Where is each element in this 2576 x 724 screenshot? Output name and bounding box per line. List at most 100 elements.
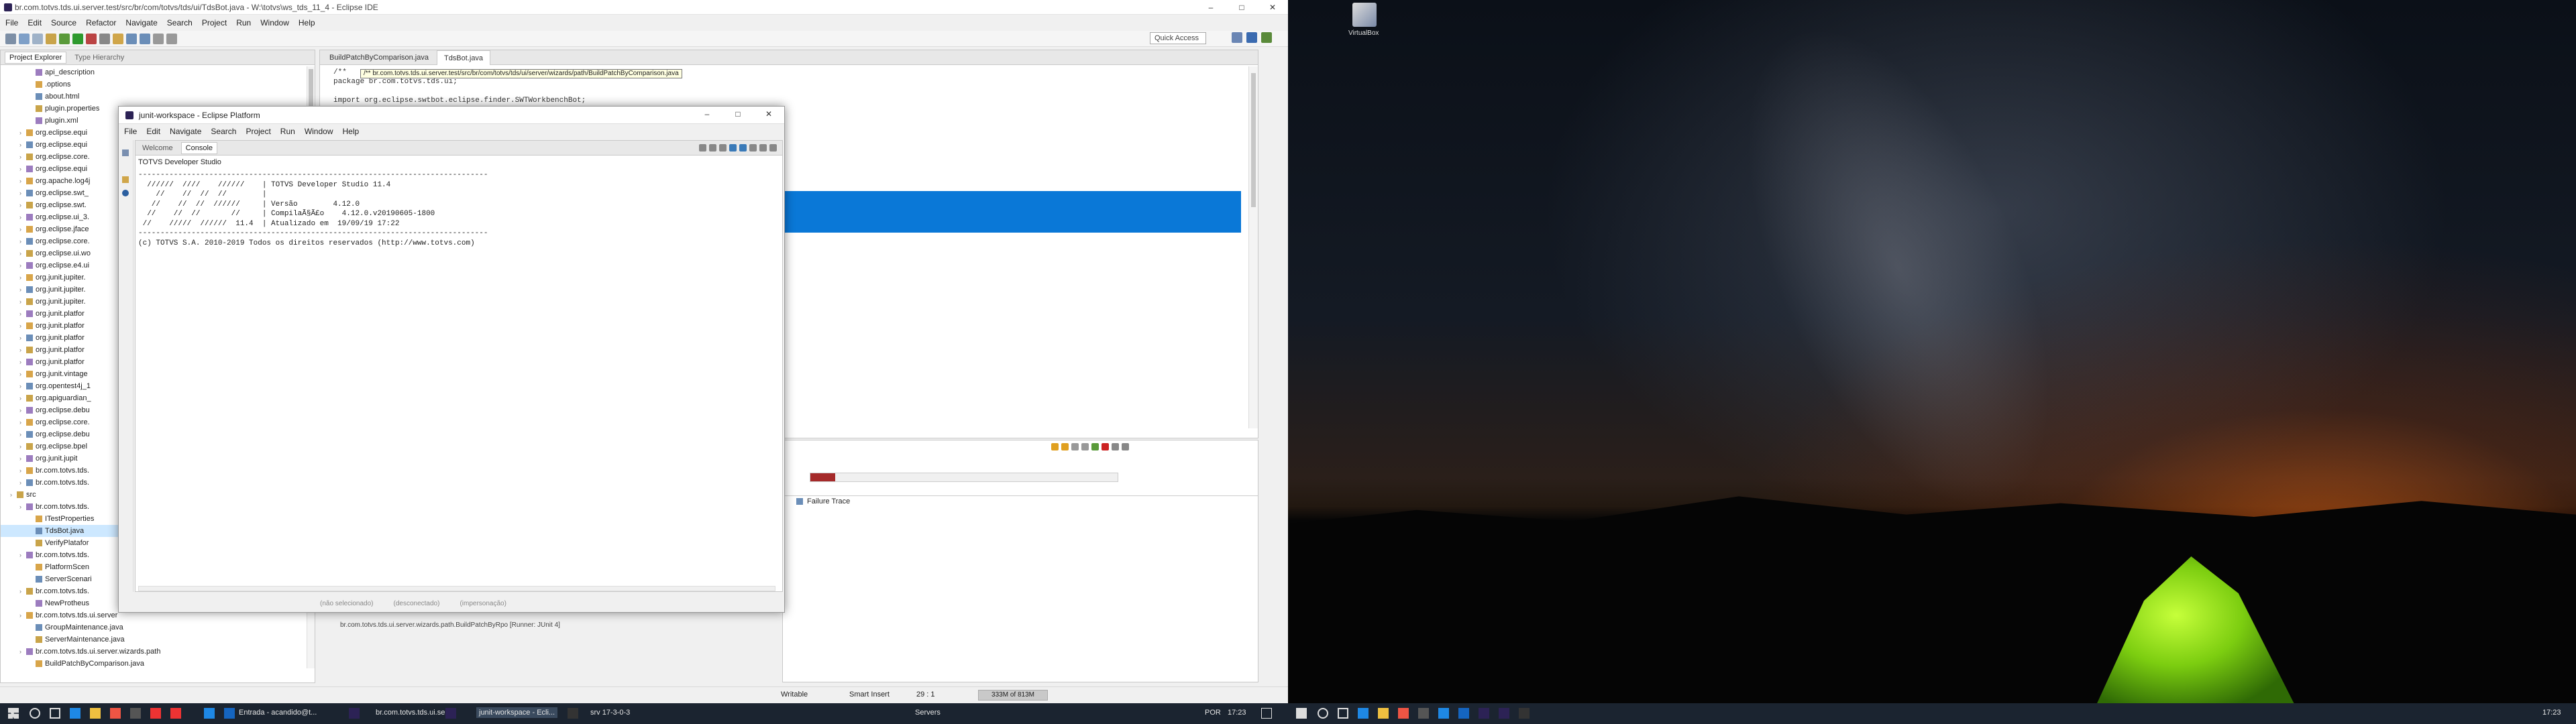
expand-arrow-icon[interactable]: › xyxy=(19,452,26,465)
expand-arrow-icon[interactable]: › xyxy=(19,223,26,235)
next-annotation-icon[interactable] xyxy=(126,33,137,44)
external-tools-icon[interactable] xyxy=(86,33,97,44)
tray-clock[interactable]: 17:23 xyxy=(2542,709,2561,717)
expand-arrow-icon[interactable]: › xyxy=(19,356,26,368)
cortana-icon[interactable] xyxy=(1318,708,1328,719)
file-explorer-icon[interactable] xyxy=(90,708,101,719)
expand-arrow-icon[interactable]: › xyxy=(19,211,26,223)
pin-console-icon[interactable] xyxy=(729,144,737,152)
expand-arrow-icon[interactable]: › xyxy=(19,646,26,658)
expand-arrow-icon[interactable]: › xyxy=(19,163,26,175)
menu-item[interactable]: Help xyxy=(299,18,315,27)
tab-project-explorer[interactable]: Project Explorer xyxy=(5,51,67,64)
expand-arrow-icon[interactable]: › xyxy=(19,501,26,513)
java-perspective-icon[interactable] xyxy=(1246,32,1257,43)
maximize-view-icon[interactable] xyxy=(769,144,777,152)
cortana-icon[interactable] xyxy=(30,708,40,719)
eclipse-icon[interactable] xyxy=(445,708,456,719)
minimize-button[interactable]: – xyxy=(1195,0,1226,15)
expand-arrow-icon[interactable]: › xyxy=(19,380,26,392)
stop-icon[interactable] xyxy=(1102,443,1109,450)
edge-icon[interactable] xyxy=(70,708,80,719)
virtualbox-icon-label[interactable]: VirtualBox xyxy=(1348,29,1379,37)
close-button[interactable]: ✕ xyxy=(753,107,784,121)
display-console-icon[interactable] xyxy=(739,144,747,152)
app-icon[interactable] xyxy=(110,708,121,719)
minimize-button[interactable]: – xyxy=(692,107,722,121)
view-menu-icon[interactable] xyxy=(1122,443,1129,450)
expand-arrow-icon[interactable]: › xyxy=(19,296,26,308)
edge-icon[interactable] xyxy=(1358,708,1368,719)
tree-item[interactable]: .options xyxy=(1,78,306,90)
taskbar-app-junit-workspace[interactable]: junit-workspace - Ecli... xyxy=(476,707,558,718)
vscode-icon[interactable] xyxy=(1438,708,1449,719)
expand-arrow-icon[interactable]: › xyxy=(19,320,26,332)
virtualbox-desktop-icon[interactable] xyxy=(1352,3,1377,27)
previous-annotation-icon[interactable] xyxy=(140,33,150,44)
menu-item[interactable]: Edit xyxy=(28,18,42,27)
word-wrap-icon[interactable] xyxy=(719,144,727,152)
expand-arrow-icon[interactable]: › xyxy=(19,416,26,428)
open-folder-icon[interactable] xyxy=(113,33,123,44)
debug-icon[interactable] xyxy=(59,33,70,44)
open-console-icon[interactable] xyxy=(749,144,757,152)
tab-tdsbot[interactable]: TdsBot.java xyxy=(436,50,491,65)
taskbar-app-srv[interactable]: srv 17-3-0-3 xyxy=(590,709,630,717)
tree-item[interactable]: ServerMaintenance.java xyxy=(1,634,306,646)
status-item[interactable]: (não selecionado) xyxy=(320,600,374,607)
tray-clock[interactable]: 17:23 xyxy=(1228,709,1246,717)
tree-item[interactable]: BuildPatchByComparison.java xyxy=(1,658,306,668)
expand-arrow-icon[interactable]: › xyxy=(19,392,26,404)
expand-arrow-icon[interactable]: › xyxy=(19,199,26,211)
history-icon[interactable] xyxy=(1112,443,1119,450)
menu-item[interactable]: Search xyxy=(167,18,193,27)
tab-console[interactable]: Console xyxy=(180,141,218,154)
tray-servers-label[interactable]: Servers xyxy=(915,709,941,717)
menu-item[interactable]: Search xyxy=(211,127,236,136)
new-icon[interactable] xyxy=(5,33,16,44)
expand-arrow-icon[interactable]: › xyxy=(19,259,26,272)
junit-runner-entry[interactable]: br.com.totvs.tds.ui.server.wizards.path.… xyxy=(340,621,560,629)
debug-perspective-icon[interactable] xyxy=(1261,32,1272,43)
tab-buildpatch[interactable]: BuildPatchByComparison.java xyxy=(323,50,435,65)
menu-item[interactable]: Refactor xyxy=(86,18,116,27)
console-h-scrollbar[interactable] xyxy=(138,586,775,591)
tab-welcome[interactable]: Welcome xyxy=(138,143,177,154)
expand-arrow-icon[interactable]: › xyxy=(19,284,26,296)
previous-failure-icon[interactable] xyxy=(1061,443,1069,450)
expand-arrow-icon[interactable]: › xyxy=(19,235,26,247)
save-icon[interactable] xyxy=(19,33,30,44)
open-type-icon[interactable] xyxy=(46,33,56,44)
expand-arrow-icon[interactable]: › xyxy=(19,609,26,621)
rerun-icon[interactable] xyxy=(1091,443,1099,450)
app-icon[interactable] xyxy=(130,708,141,719)
expand-arrow-icon[interactable]: › xyxy=(19,428,26,440)
terminal-icon[interactable] xyxy=(568,708,578,719)
menu-item[interactable]: Run xyxy=(280,127,295,136)
eclipse-icon[interactable] xyxy=(349,708,360,719)
close-button[interactable]: ✕ xyxy=(1257,0,1288,15)
tray-language[interactable]: POR xyxy=(1205,709,1221,717)
back-icon[interactable] xyxy=(153,33,164,44)
expand-arrow-icon[interactable]: › xyxy=(19,272,26,284)
expand-arrow-icon[interactable]: › xyxy=(19,151,26,163)
maximize-button[interactable]: □ xyxy=(1226,0,1257,15)
status-item[interactable]: (desconectado) xyxy=(394,600,440,607)
menu-item[interactable]: Project xyxy=(246,127,270,136)
vscode-icon[interactable] xyxy=(204,708,215,719)
app-icon[interactable] xyxy=(1398,708,1409,719)
console-output[interactable]: ----------------------------------------… xyxy=(138,170,488,248)
expand-arrow-icon[interactable]: › xyxy=(19,404,26,416)
open-perspective-icon[interactable] xyxy=(1232,32,1242,43)
outlook-icon[interactable] xyxy=(1458,708,1469,719)
restore-icon[interactable] xyxy=(122,149,129,156)
task-view-icon[interactable] xyxy=(50,708,60,719)
show-failures-icon[interactable] xyxy=(1071,443,1079,450)
start-windows-icon[interactable] xyxy=(1296,708,1307,719)
eclipse-icon[interactable] xyxy=(1499,708,1509,719)
status-item[interactable]: (impersonação) xyxy=(460,600,506,607)
menu-item[interactable]: Run xyxy=(236,18,251,27)
taskbar-app-eclipse[interactable]: br.com.totvs.tds.ui.se... xyxy=(376,709,451,717)
tree-item[interactable]: GroupMaintenance.java xyxy=(1,621,306,634)
menu-item[interactable]: Window xyxy=(260,18,289,27)
